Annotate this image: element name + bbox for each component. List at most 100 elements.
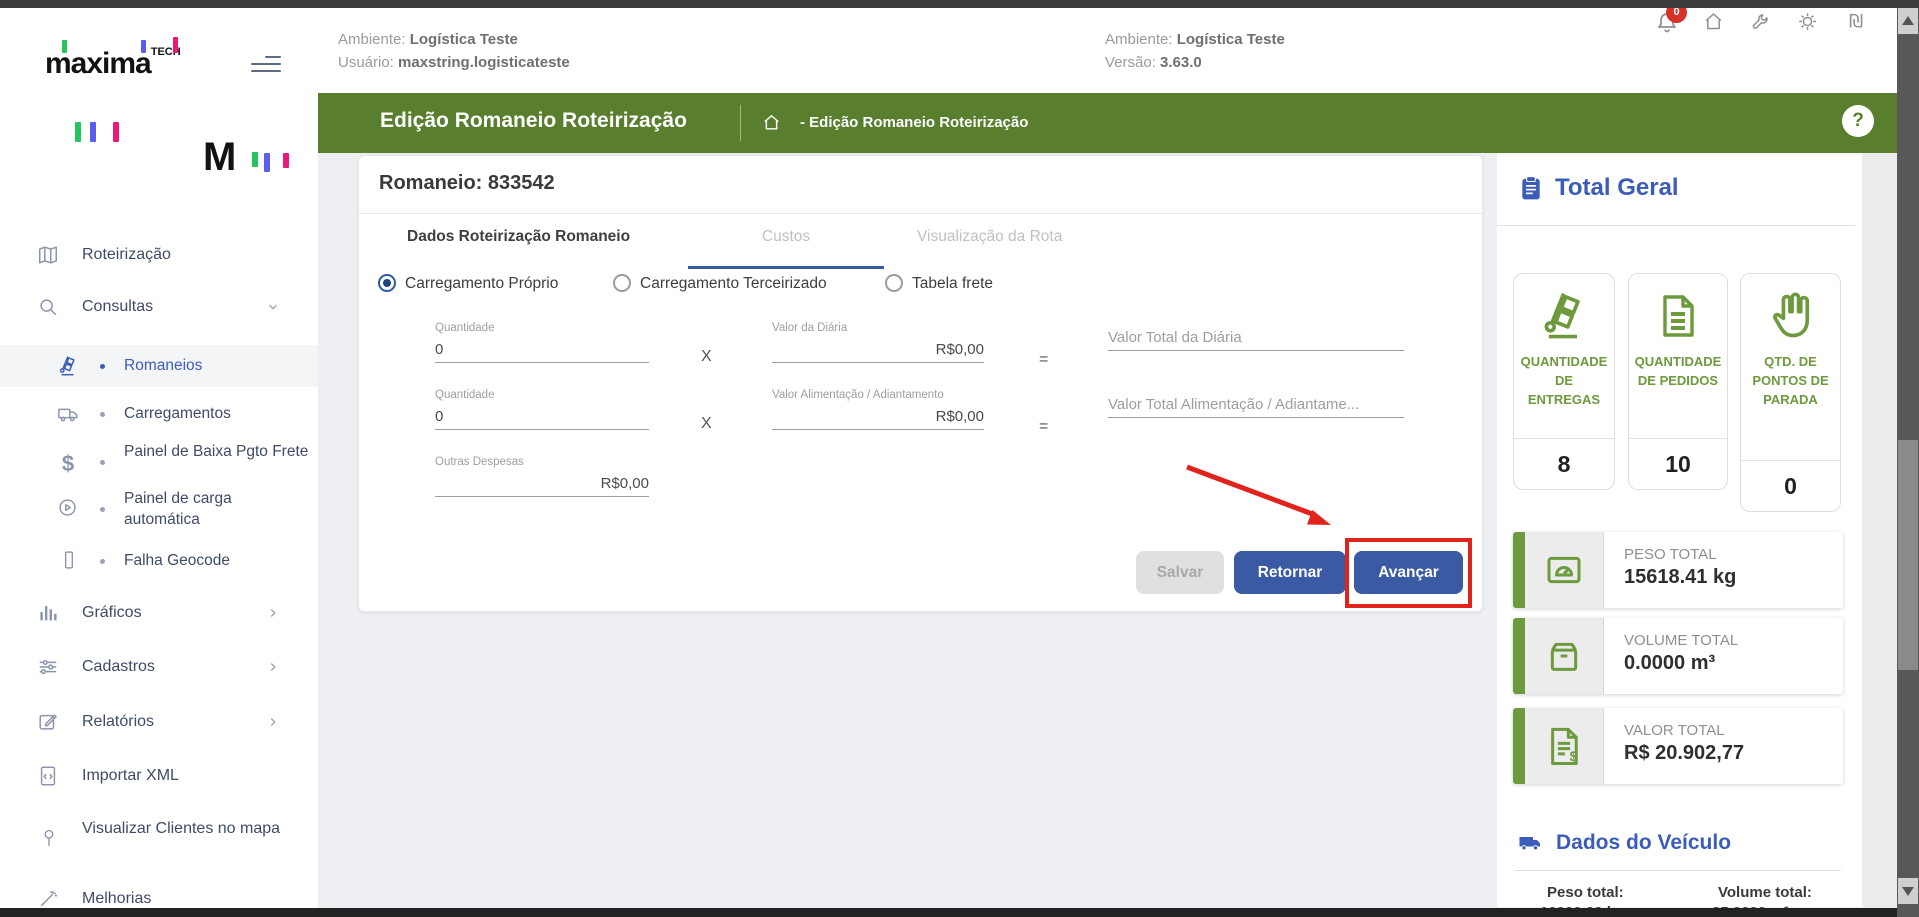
total-geral-header: Total Geral xyxy=(1518,174,1679,202)
valor-diaria-label: Valor da Diária xyxy=(772,322,984,334)
sidebar-logo-bar-green xyxy=(75,122,81,142)
sidebar-logo-bar-blue xyxy=(90,122,96,142)
chevron-down-icon xyxy=(266,300,280,314)
equals-operator: = xyxy=(1039,351,1048,369)
scroll-up-button[interactable] xyxy=(1898,8,1918,34)
dados-veiculo-header: Dados do Veículo xyxy=(1515,831,1731,855)
carregamento-radio-group: Carregamento Próprio Carregamento Tercei… xyxy=(359,274,1482,298)
sliders-icon xyxy=(37,656,59,678)
bullet-dot xyxy=(100,460,105,465)
radio-carregamento-terceirizado[interactable] xyxy=(613,274,631,292)
sidebar: M Roteirização Consultas xyxy=(0,93,318,917)
map-pin-icon xyxy=(39,828,61,850)
environment-info-left: Ambiente: Logística Teste Usuário: maxst… xyxy=(338,28,570,74)
svg-text:$: $ xyxy=(1570,748,1578,764)
breadcrumb-home-icon[interactable] xyxy=(762,113,781,132)
row-accent-bar xyxy=(1513,708,1525,784)
currency-shekel-icon[interactable]: ₪ xyxy=(1845,11,1867,33)
logo-text: maxima xyxy=(45,47,151,80)
valor-alimentacao-field: Valor Alimentação / Adiantamento xyxy=(772,389,984,430)
quantidade-label: Quantidade xyxy=(435,322,649,334)
stat-label-pontos-parada: QTD. DE PONTOS DE PARADA xyxy=(1741,348,1840,460)
help-button[interactable]: ? xyxy=(1842,105,1874,137)
salvar-button[interactable]: Salvar xyxy=(1136,551,1224,594)
menu-toggle-icon[interactable] xyxy=(251,56,281,77)
tab-visualizacao-da-rota[interactable]: Visualização da Rota xyxy=(917,228,1062,246)
quantidade-diaria-input[interactable] xyxy=(435,337,649,363)
truck-icon xyxy=(57,403,79,425)
truck-icon xyxy=(1515,831,1545,855)
outras-despesas-field: Outras Despesas xyxy=(435,456,649,497)
bullet-dot xyxy=(100,364,105,369)
tab-custos[interactable]: Custos xyxy=(688,228,884,246)
scroll-down-button[interactable] xyxy=(1898,878,1918,904)
hand-truck-icon xyxy=(57,355,79,377)
panel-divider xyxy=(1497,225,1855,226)
chevron-right-icon xyxy=(266,606,280,620)
valor-total-alimentacao-input[interactable] xyxy=(1108,392,1404,418)
equals-operator-2: = xyxy=(1039,418,1048,436)
xml-file-icon xyxy=(37,765,59,787)
retornar-button[interactable]: Retornar xyxy=(1234,551,1346,594)
scale-icon xyxy=(1525,532,1603,608)
box-icon xyxy=(1525,618,1603,694)
gear-icon[interactable] xyxy=(1797,11,1819,33)
valor-total-diaria-input[interactable] xyxy=(1108,325,1404,351)
logo-tick-green xyxy=(62,40,67,53)
sidebar-logo-m-bar-blue xyxy=(264,153,270,172)
sidebar-logo-m-bar-pink xyxy=(283,153,289,168)
sidebar-logo-m-bar-green xyxy=(252,152,258,167)
page-titlebar: Edição Romaneio Roteirização - Edição Ro… xyxy=(318,93,1897,153)
breadcrumb: - Edição Romaneio Roteirização xyxy=(800,114,1028,131)
peso-total-row: PESO TOTAL 15618.41 kg xyxy=(1513,532,1843,608)
bullet-dot xyxy=(100,507,105,512)
radio-tabela-frete[interactable] xyxy=(885,274,903,292)
radio-label-carregamento-proprio: Carregamento Próprio xyxy=(405,275,558,293)
versao-value: 3.63.0 xyxy=(1160,54,1202,71)
valor-total-row: $ VALOR TOTAL R$ 20.902,77 xyxy=(1513,708,1843,784)
veh-peso-label: Peso total: xyxy=(1547,884,1624,901)
volume-total-row: VOLUME TOTAL 0.0000 m³ xyxy=(1513,618,1843,694)
stat-card-entregas: QUANTIDADE DE ENTREGAS 8 xyxy=(1513,273,1615,490)
scrollbar-thumb[interactable] xyxy=(1898,440,1918,670)
quantidade-alimentacao-input[interactable] xyxy=(435,404,649,430)
phone-icon xyxy=(59,550,81,572)
titlebar-divider xyxy=(740,105,741,141)
stat-value-pontos-parada: 0 xyxy=(1741,461,1840,511)
ambiente-value: Logística Teste xyxy=(410,31,518,48)
radio-carregamento-proprio[interactable] xyxy=(378,274,396,292)
home-icon[interactable] xyxy=(1703,11,1725,33)
highlight-rectangle-annotation xyxy=(1345,538,1472,608)
row-accent-bar xyxy=(1513,618,1525,694)
volume-total-value: 0.0000 m³ xyxy=(1624,652,1738,675)
ambiente-label: Ambiente: xyxy=(338,31,406,48)
play-icon xyxy=(57,497,79,519)
outras-despesas-label: Outras Despesas xyxy=(435,456,649,468)
veh-volume-label: Volume total: xyxy=(1718,884,1812,901)
vertical-scrollbar[interactable] xyxy=(1897,0,1919,917)
ambiente-label-2: Ambiente: xyxy=(1105,31,1173,48)
radio-label-carregamento-terceirizado: Carregamento Terceirizado xyxy=(640,275,827,293)
valor-total-value: R$ 20.902,77 xyxy=(1624,742,1744,765)
card-separator xyxy=(359,213,1482,214)
valor-total-diaria-field xyxy=(1108,322,1404,351)
valor-diaria-field: Valor da Diária xyxy=(772,322,984,363)
totals-panel: Total Geral QUANTIDADE DE ENTREGAS 8 QUA… xyxy=(1497,153,1897,907)
top-window-strip xyxy=(0,0,1919,8)
stat-card-pontos-parada: QTD. DE PONTOS DE PARADA 0 xyxy=(1740,273,1841,512)
logo-tick-pink xyxy=(173,37,178,53)
romaneio-form-card: Romaneio: 833542 Dados Roteirização Roma… xyxy=(358,155,1483,612)
stat-value-entregas: 8 xyxy=(1514,439,1614,489)
total-geral-title: Total Geral xyxy=(1555,174,1679,202)
valor-total-label: VALOR TOTAL xyxy=(1624,722,1744,739)
panel-scroll-gutter xyxy=(1862,153,1897,907)
multiply-operator: X xyxy=(701,348,712,366)
edit-icon xyxy=(37,711,59,733)
valor-alimentacao-input[interactable] xyxy=(772,404,984,430)
wrench-icon[interactable] xyxy=(1750,11,1772,33)
valor-diaria-input[interactable] xyxy=(772,337,984,363)
tab-dados-roteirizacao-romaneio[interactable]: Dados Roteirização Romaneio xyxy=(407,228,630,246)
app-header: maximaTECH Ambiente: Logística Teste Usu… xyxy=(0,8,1919,93)
clipboard-icon xyxy=(1518,174,1544,202)
outras-despesas-input[interactable] xyxy=(435,471,649,497)
